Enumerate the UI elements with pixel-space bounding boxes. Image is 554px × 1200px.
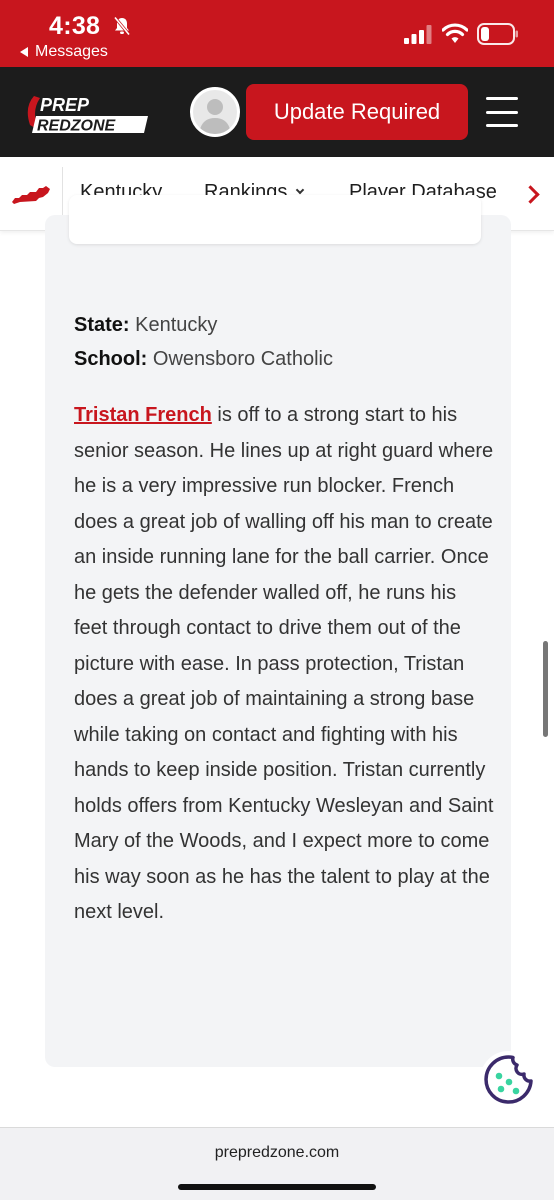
- embedded-card: [69, 195, 481, 244]
- status-time: 4:38: [49, 12, 101, 40]
- cookie-settings-button[interactable]: [480, 1051, 537, 1108]
- cookie-icon: [481, 1052, 536, 1107]
- school-row: School: Owensboro Catholic: [74, 342, 333, 376]
- school-value: Owensboro Catholic: [152, 348, 333, 370]
- chevron-right-icon: [520, 184, 540, 204]
- user-silhouette-icon: [199, 99, 231, 134]
- update-required-button[interactable]: Update Required: [246, 84, 468, 140]
- svg-text:REDZONE: REDZONE: [37, 118, 117, 135]
- bell-slash-icon: [113, 16, 131, 36]
- browser-address-bar[interactable]: prepredzone.com: [0, 1127, 554, 1200]
- state-row: State: Kentucky: [74, 308, 333, 342]
- svg-text:PREP: PREP: [40, 95, 90, 115]
- nav-divider: [62, 167, 63, 221]
- prep-redzone-logo[interactable]: PREP REDZONE: [20, 87, 150, 137]
- back-triangle-icon: [20, 47, 28, 57]
- menu-line: [486, 124, 518, 127]
- school-label: School:: [74, 348, 148, 370]
- scrollbar[interactable]: [543, 641, 548, 737]
- status-bar: 4:38 Messages: [0, 0, 554, 67]
- chevron-down-icon: [296, 185, 305, 195]
- back-app-label: Messages: [35, 43, 108, 60]
- hamburger-menu-icon[interactable]: [486, 97, 518, 127]
- player-meta: State: Kentucky School: Owensboro Cathol…: [74, 308, 333, 376]
- kentucky-state-map-icon[interactable]: [10, 184, 52, 206]
- player-name-link[interactable]: Tristan French: [74, 404, 212, 426]
- article-card: State: Kentucky School: Owensboro Cathol…: [45, 195, 511, 1067]
- article-body-text: is off to a strong start to his senior s…: [74, 404, 494, 923]
- menu-line: [486, 110, 518, 114]
- site-header: PREP REDZONE Update Required: [0, 67, 554, 157]
- avatar[interactable]: [190, 87, 240, 137]
- state-label: State:: [74, 314, 130, 336]
- signal-icon: [404, 25, 432, 44]
- state-value: Kentucky: [135, 314, 218, 336]
- article-body: Tristan French is off to a strong start …: [74, 398, 494, 931]
- wifi-icon: [442, 23, 468, 43]
- address-url[interactable]: prepredzone.com: [0, 1144, 554, 1162]
- back-to-messages[interactable]: Messages: [20, 43, 108, 61]
- battery-icon: [477, 23, 518, 45]
- menu-line: [486, 97, 518, 100]
- home-indicator: [178, 1184, 376, 1190]
- nav-scroll-right-button[interactable]: [510, 167, 554, 221]
